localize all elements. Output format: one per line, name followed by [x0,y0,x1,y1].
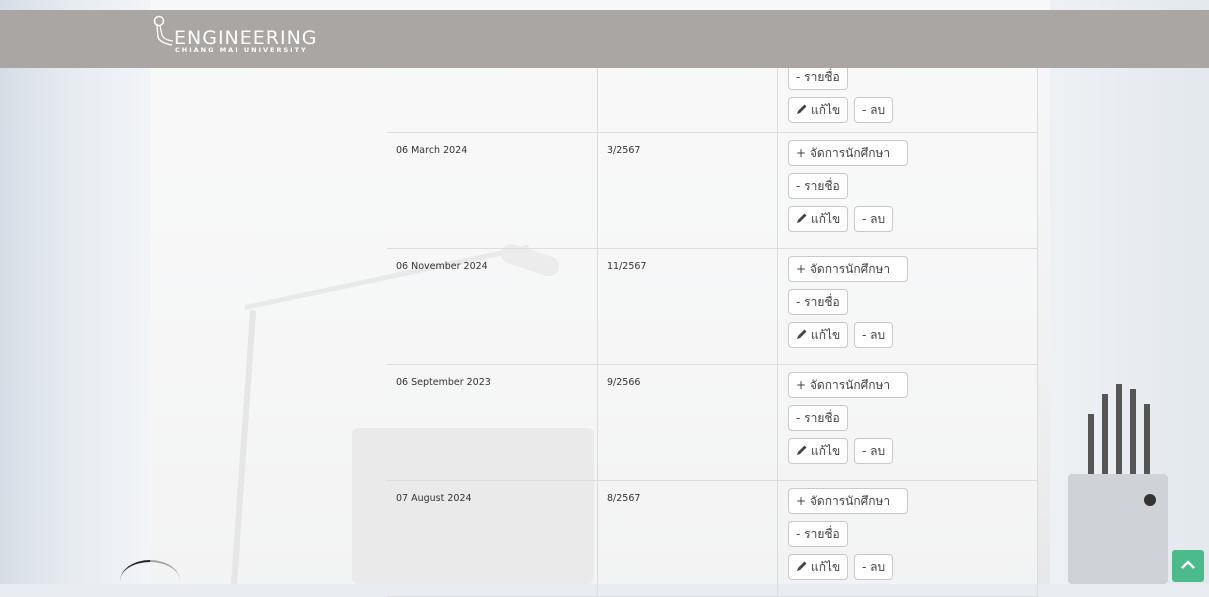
date-cell [387,68,598,132]
term-text: 9/2566 [607,377,641,388]
date-text: 06 March 2024 [396,145,468,156]
edit-label: แก้ไข [811,328,841,342]
file-folder [1130,389,1136,474]
file-folder [1102,394,1108,474]
pencil-icon [797,213,807,223]
edit-button[interactable]: แก้ไข [788,322,849,348]
manage-students-button[interactable]: + จัดการนักศึกษา [788,140,908,166]
edit-label: แก้ไข [811,212,841,226]
delete-button[interactable]: - ลบ [854,206,894,232]
file-folder [1088,414,1094,474]
date-cell: 06 March 2024 [387,133,598,248]
pencil-icon [797,329,807,339]
scroll-to-top-button[interactable] [1172,550,1204,582]
date-cell: 06 November 2024 [387,249,598,364]
term-cell: 9/2566 [598,365,778,480]
edit-label: แก้ไข [811,103,841,117]
term-cell: 8/2567 [598,481,778,596]
date-cell: 06 September 2023 [387,365,598,480]
term-cell [598,68,778,132]
table-row: - รายชื่อ แก้ไข - ลบ [387,64,1038,133]
student-list-button[interactable]: - รายชื่อ [788,521,848,547]
pencil-icon [797,104,807,114]
actions-cell: + จัดการนักศึกษา - รายชื่อ แก้ไข - ลบ [778,481,1038,596]
table-row: 06 November 2024 11/2567 + จัดการนักศึกษ… [387,249,1038,365]
delete-button[interactable]: - ลบ [854,438,894,464]
date-text: 06 November 2024 [396,261,488,272]
edit-button[interactable]: แก้ไข [788,554,849,580]
term-text: 8/2567 [607,493,641,504]
file-folder [1116,384,1122,474]
engineering-logo[interactable]: ENGINEERING CHIANG MAI UNIVERSITY [152,15,352,54]
date-text: 07 August 2024 [396,493,472,504]
delete-button[interactable]: - ลบ [854,97,894,123]
actions-cell: + จัดการนักศึกษา - รายชื่อ แก้ไข - ลบ [778,365,1038,480]
actions-cell: - รายชื่อ แก้ไข - ลบ [778,64,1038,132]
table-row: 06 September 2023 9/2566 + จัดการนักศึกษ… [387,365,1038,481]
manage-students-button[interactable]: + จัดการนักศึกษา [788,488,908,514]
actions-cell: + จัดการนักศึกษา - รายชื่อ แก้ไข - ลบ [778,249,1038,364]
logo-subtitle: CHIANG MAI UNIVERSITY [175,46,308,54]
delete-button[interactable]: - ลบ [854,554,894,580]
edit-label: แก้ไข [811,560,841,574]
actions-cell: + จัดการนักศึกษา - รายชื่อ แก้ไข - ลบ [778,133,1038,248]
pencil-icon [797,445,807,455]
edit-button[interactable]: แก้ไข [788,206,849,232]
manage-students-button[interactable]: + จัดการนักศึกษา [788,256,908,282]
chevron-up-icon [1181,560,1195,569]
manage-students-button[interactable]: + จัดการนักศึกษา [788,372,908,398]
background-window [0,0,150,584]
logo-mark-icon [153,15,174,46]
term-cell: 3/2567 [598,133,778,248]
background-file-box [1058,374,1170,584]
date-cell: 07 August 2024 [387,481,598,596]
edit-label: แก้ไข [811,444,841,458]
table-row: 07 August 2024 8/2567 + จัดการนักศึกษา -… [387,481,1038,597]
term-cell: 11/2567 [598,249,778,364]
edit-button[interactable]: แก้ไข [788,97,849,123]
file-box [1068,474,1168,584]
pencil-icon [797,561,807,571]
top-navbar: ENGINEERING CHIANG MAI UNIVERSITY [0,10,1209,68]
edit-button[interactable]: แก้ไข [788,438,849,464]
file-box-hole [1144,494,1156,506]
term-text: 3/2567 [607,145,641,156]
date-text: 06 September 2023 [396,377,491,388]
delete-button[interactable]: - ลบ [854,322,894,348]
table-row: 06 March 2024 3/2567 + จัดการนักศึกษา - … [387,133,1038,249]
student-list-button[interactable]: - รายชื่อ [788,289,848,315]
student-list-button[interactable]: - รายชื่อ [788,173,848,199]
file-folder [1144,404,1150,474]
student-list-button[interactable]: - รายชื่อ [788,405,848,431]
schedule-table: - รายชื่อ แก้ไข - ลบ 06 March 2024 3/256… [387,64,1038,597]
term-text: 11/2567 [607,261,647,272]
